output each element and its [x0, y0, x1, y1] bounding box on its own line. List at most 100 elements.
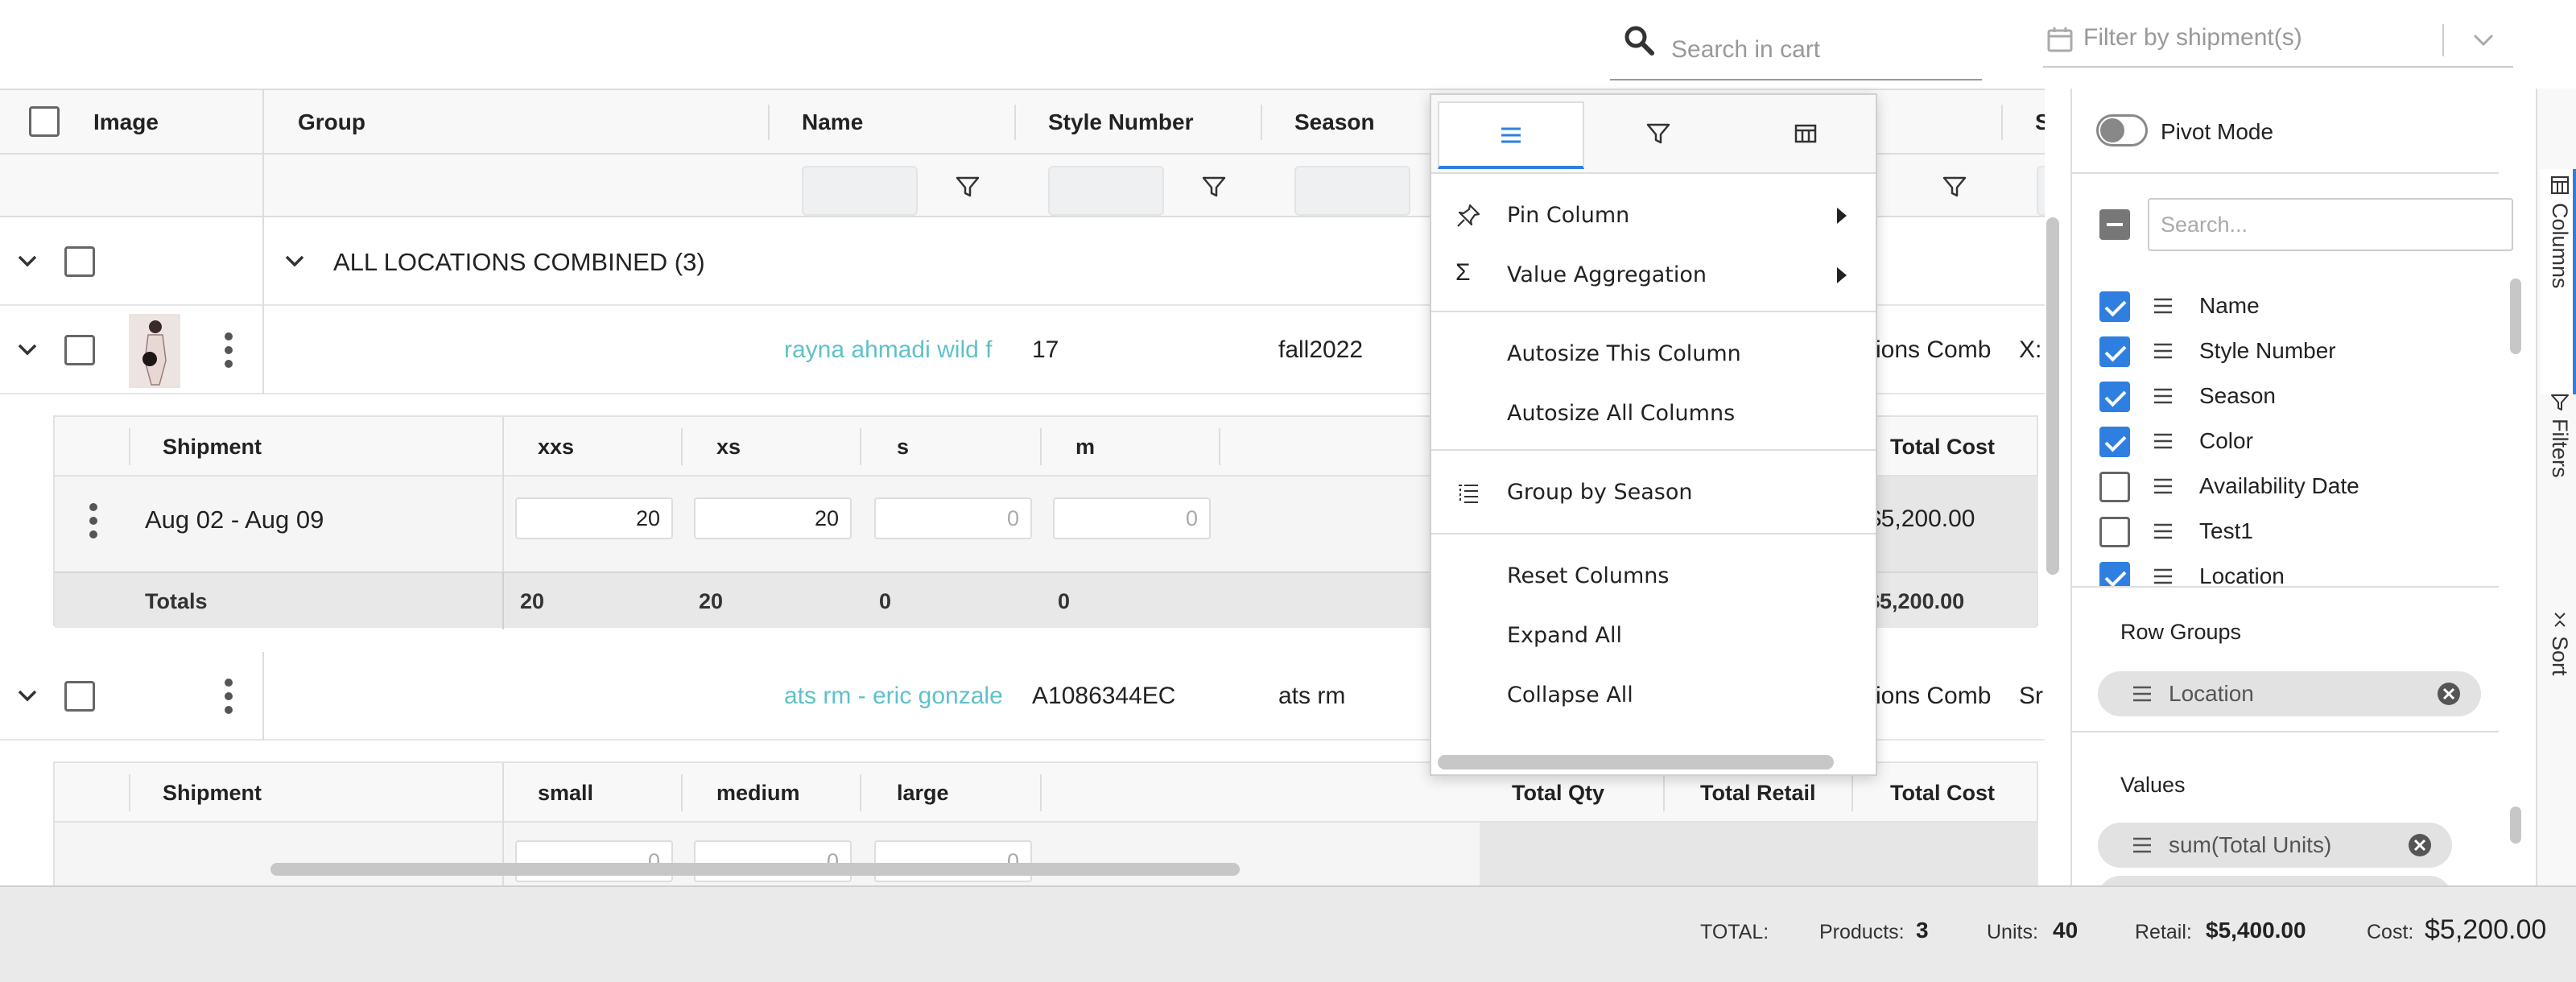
side-tab-filters[interactable]: Filters: [2541, 386, 2576, 596]
side-tab-columns[interactable]: Columns: [2541, 169, 2576, 394]
column-header-size-partial[interactable]: Size: [2035, 90, 2045, 155]
drag-handle-icon[interactable]: [2153, 567, 2174, 586]
column-item-season[interactable]: Season: [2072, 373, 2499, 419]
column-header-style-number[interactable]: Style Number: [1048, 90, 1194, 155]
columns-icon: [2551, 176, 2569, 194]
side-tab-sort[interactable]: Sort: [2541, 604, 2576, 781]
column-checkbox[interactable]: [2099, 517, 2130, 547]
filter-icon[interactable]: [1942, 174, 1967, 200]
drag-handle-icon[interactable]: [2153, 431, 2174, 451]
quantity-input[interactable]: 0: [515, 840, 673, 882]
column-header-season[interactable]: Season: [1294, 90, 1375, 155]
row-menu-icon[interactable]: [224, 332, 233, 369]
column-item-availability-date[interactable]: Availability Date: [2072, 464, 2499, 509]
group-row-checkbox[interactable]: [64, 246, 95, 277]
column-header-group[interactable]: Group: [298, 90, 365, 155]
row-group-pill[interactable]: Location: [2098, 671, 2481, 716]
column-divider: [502, 417, 504, 477]
column-checkbox[interactable]: [2099, 472, 2130, 502]
style-number-filter-input[interactable]: [1048, 166, 1164, 216]
shipment-menu-icon[interactable]: [89, 502, 98, 539]
drag-handle-icon[interactable]: [2132, 684, 2153, 703]
menu-item-group-by-season[interactable]: Group by Season: [1431, 464, 1876, 522]
filter-icon[interactable]: [955, 174, 980, 200]
name-filter-input[interactable]: [802, 166, 918, 216]
column-checkbox[interactable]: [2099, 336, 2130, 367]
column-checkbox[interactable]: [2099, 562, 2130, 586]
drag-handle-icon[interactable]: [2153, 522, 2174, 541]
chevron-down-icon[interactable]: [16, 341, 39, 359]
submenu-arrow-icon: [1837, 208, 1847, 224]
column-header-name[interactable]: Name: [802, 90, 863, 155]
quantity-input[interactable]: 20: [694, 497, 852, 539]
season-filter-input[interactable]: [1294, 166, 1410, 216]
column-item-color[interactable]: Color: [2072, 419, 2499, 464]
chevron-down-icon[interactable]: [2470, 29, 2497, 52]
size-filter-input[interactable]: [2037, 166, 2045, 216]
drag-handle-icon[interactable]: [2132, 836, 2153, 855]
column-divider: [2001, 105, 2003, 140]
location-cell: ions Comb: [1876, 336, 1992, 363]
column-list-scrollbar[interactable]: [2510, 279, 2521, 354]
product-name-link[interactable]: ats rm - eric gonzale: [784, 683, 1014, 710]
column-header-image[interactable]: Image: [93, 90, 159, 155]
size-cell-partial: Sr: [2019, 683, 2043, 709]
menu-item-expand-all[interactable]: Expand All: [1431, 607, 1876, 665]
search-input[interactable]: [1671, 31, 1969, 69]
quantity-input[interactable]: 0: [694, 840, 852, 882]
column-item-test1[interactable]: Test1: [2072, 509, 2499, 554]
select-all-columns-checkbox[interactable]: [2099, 209, 2130, 240]
menu-item-label: Expand All: [1507, 623, 1623, 648]
column-checkbox[interactable]: [2099, 291, 2130, 322]
row-checkbox[interactable]: [64, 681, 95, 712]
chevron-down-icon[interactable]: [283, 253, 306, 270]
value-pill[interactable]: sum(Total Units): [2098, 823, 2452, 868]
row-checkbox[interactable]: [64, 335, 95, 365]
pivot-mode-label: Pivot Mode: [2161, 119, 2274, 144]
menu-item-autosize-this-column[interactable]: Autosize This Column: [1431, 325, 1876, 383]
menu-item-collapse-all[interactable]: Collapse All: [1431, 666, 1876, 724]
column-item-style-number[interactable]: Style Number: [2072, 328, 2499, 373]
quantity-input[interactable]: 20: [515, 497, 673, 539]
select-all-checkbox[interactable]: [29, 106, 60, 137]
values-scrollbar[interactable]: [2510, 807, 2521, 844]
horizontal-scrollbar[interactable]: [270, 863, 1240, 876]
quantity-input[interactable]: 0: [874, 497, 1032, 539]
column-item-name[interactable]: Name: [2072, 283, 2499, 328]
vertical-scrollbar[interactable]: [2046, 217, 2059, 575]
filter-icon[interactable]: [1201, 174, 1227, 200]
quantity-input[interactable]: 0: [874, 840, 1032, 882]
column-item-location[interactable]: Location: [2072, 554, 2499, 586]
columns-tool-panel: Pivot Mode Name Style Number Season Colo…: [2070, 89, 2536, 885]
side-tab-label: Filters: [2548, 419, 2572, 478]
chevron-down-icon[interactable]: [16, 253, 39, 270]
quantity-input[interactable]: 0: [1053, 497, 1211, 539]
column-checkbox[interactable]: [2099, 427, 2130, 457]
column-divider: [502, 763, 504, 823]
drag-handle-icon[interactable]: [2153, 386, 2174, 406]
menu-item-reset-columns[interactable]: Reset Columns: [1431, 547, 1876, 605]
tab-filter[interactable]: [1586, 101, 1732, 169]
remove-icon[interactable]: [2436, 681, 2462, 707]
tab-columns[interactable]: [1732, 101, 1879, 169]
shipment-filter[interactable]: Filter by shipment(s): [2043, 16, 2513, 68]
column-search-input[interactable]: [2148, 198, 2513, 251]
pivot-mode-toggle[interactable]: [2096, 114, 2148, 146]
column-checkbox[interactable]: [2099, 382, 2130, 412]
chevron-down-icon[interactable]: [16, 687, 39, 705]
menu-item-value-aggregation[interactable]: Σ Value Aggregation: [1431, 246, 1876, 304]
drag-handle-icon[interactable]: [2153, 341, 2174, 361]
search-box[interactable]: [1610, 16, 1982, 80]
product-name-link[interactable]: rayna ahmadi wild f: [784, 336, 1014, 364]
menu-item-label: Autosize This Column: [1507, 341, 1741, 366]
menu-item-autosize-all-columns[interactable]: Autosize All Columns: [1431, 385, 1876, 443]
tab-general[interactable]: [1438, 101, 1584, 169]
product-thumbnail[interactable]: [129, 314, 180, 388]
row-menu-icon[interactable]: [224, 678, 233, 715]
remove-icon[interactable]: [2407, 832, 2433, 858]
menu-scrollbar[interactable]: [1438, 755, 1834, 770]
value-pill[interactable]: [2098, 876, 2452, 885]
drag-handle-icon[interactable]: [2153, 296, 2174, 316]
drag-handle-icon[interactable]: [2153, 477, 2174, 496]
menu-item-pin-column[interactable]: Pin Column: [1431, 187, 1876, 245]
